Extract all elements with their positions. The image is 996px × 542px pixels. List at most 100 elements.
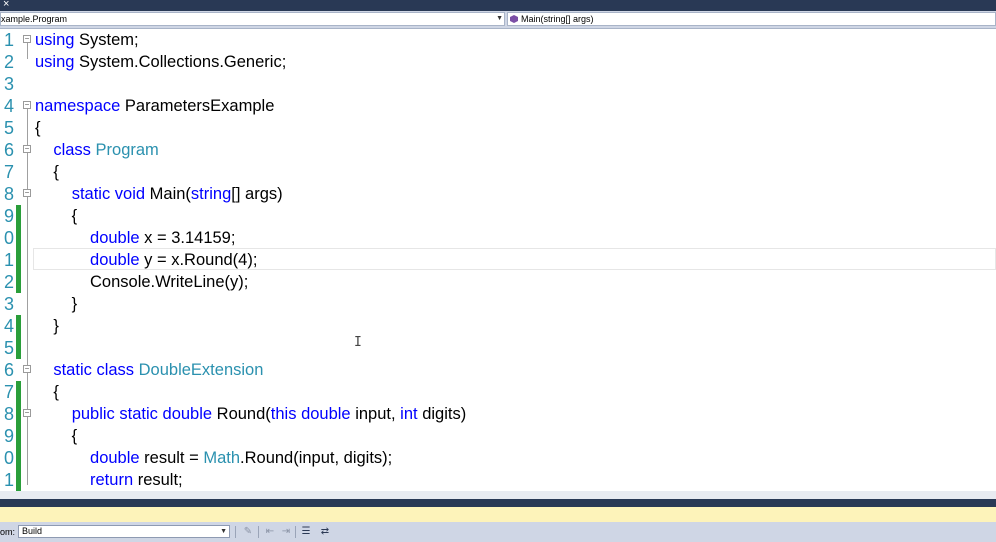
code-line[interactable]: 0 double x = 3.14159;: [0, 227, 996, 249]
close-tab-icon[interactable]: ×: [3, 0, 9, 11]
code-token: }: [35, 317, 59, 335]
code-keyword: int: [400, 405, 418, 423]
code-line[interactable]: 6 − static class DoubleExtension: [0, 359, 996, 381]
member-selector-dropdown[interactable]: Main(string[] args): [507, 12, 996, 26]
line-number: 5: [3, 338, 14, 358]
code-token: System;: [74, 31, 139, 49]
code-text: namespace ParametersExample: [35, 95, 274, 117]
code-text: using System.Collections.Generic;: [35, 51, 286, 73]
toolbar-divider: [258, 526, 259, 538]
change-marker: [16, 315, 21, 337]
code-editor[interactable]: I 1− using System; 2 using System.Collectio…: [0, 29, 996, 491]
line-number: 8: [3, 184, 14, 204]
change-marker: [16, 139, 21, 161]
code-text: static class DoubleExtension: [35, 359, 263, 381]
code-line[interactable]: 4 }: [0, 315, 996, 337]
panel-splitter[interactable]: [0, 499, 996, 507]
code-token: y = x.Round(4);: [139, 251, 258, 269]
code-text: static void Main(string[] args): [35, 183, 283, 205]
code-text: return result;: [35, 469, 183, 491]
collapse-icon[interactable]: −: [23, 365, 31, 373]
code-token: result =: [139, 449, 204, 467]
code-text: Console.WriteLine(y);: [35, 271, 248, 293]
code-type-name: DoubleExtension: [138, 361, 264, 379]
change-marker: [16, 249, 21, 271]
code-keyword: public: [71, 405, 115, 423]
code-line[interactable]: 8 − public static double Round(this doubl…: [0, 403, 996, 425]
code-line[interactable]: 2 Console.WriteLine(y);: [0, 271, 996, 293]
line-number: 1: [3, 470, 14, 490]
code-line[interactable]: 8 − static void Main(string[] args): [0, 183, 996, 205]
line-number: 3: [3, 294, 14, 314]
code-line[interactable]: 1 double y = x.Round(4);: [0, 248, 996, 271]
type-selector-dropdown[interactable]: xample.Program ▼: [0, 12, 505, 26]
toolbar-divider: [235, 526, 236, 538]
collapse-icon[interactable]: −: [23, 35, 31, 43]
code-text: {: [35, 205, 78, 227]
code-line[interactable]: 3: [0, 73, 996, 95]
code-text: double y = x.Round(4);: [35, 249, 257, 271]
code-text: {: [35, 425, 78, 447]
code-line[interactable]: 6 − class Program: [0, 139, 996, 161]
change-marker: [16, 381, 21, 403]
code-token: input,: [350, 405, 401, 423]
line-number: 1: [3, 30, 14, 50]
code-text: double result = Math.Round(input, digits…: [35, 447, 392, 469]
code-keyword: void: [114, 185, 146, 203]
window-title-strip: ×: [0, 0, 996, 11]
collapse-icon[interactable]: −: [23, 409, 31, 417]
code-text: class Program: [35, 139, 158, 161]
code-token: System.Collections.Generic;: [74, 53, 287, 71]
code-line[interactable]: 9 {: [0, 205, 996, 227]
code-line[interactable]: 0 double result = Math.Round(input, digi…: [0, 447, 996, 469]
code-token: {: [35, 207, 78, 225]
change-marker: [16, 183, 21, 205]
change-marker: [16, 161, 21, 183]
change-marker: [16, 425, 21, 447]
code-text: public static double Round(this double i…: [35, 403, 467, 425]
clear-all-icon[interactable]: ☰: [300, 526, 312, 538]
code-line[interactable]: 2 using System.Collections.Generic;: [0, 51, 996, 73]
code-token: x = 3.14159;: [139, 229, 236, 247]
code-token: }: [35, 295, 78, 313]
go-to-previous-icon[interactable]: ⇤: [264, 526, 276, 538]
chevron-down-icon: ▼: [220, 528, 227, 535]
collapse-icon[interactable]: −: [23, 101, 31, 109]
go-to-next-icon[interactable]: ⇥: [280, 526, 292, 538]
toolbar-divider: [295, 526, 296, 538]
member-selector-value: Main(string[] args): [521, 14, 594, 24]
horizontal-scrollbar[interactable]: [0, 491, 996, 499]
change-marker: [16, 403, 21, 425]
change-marker: [16, 95, 21, 117]
output-source-select[interactable]: Build ▼: [18, 525, 230, 538]
code-line[interactable]: 1 return result;: [0, 469, 996, 491]
change-marker: [16, 271, 21, 293]
code-token: {: [35, 427, 78, 445]
change-marker: [16, 337, 21, 359]
code-line[interactable]: 1 − using System;: [0, 29, 996, 51]
find-message-icon[interactable]: ✎: [242, 526, 254, 538]
collapse-icon[interactable]: −: [23, 189, 31, 197]
code-line[interactable]: 5{: [0, 117, 996, 139]
line-number: 6: [3, 140, 14, 160]
output-source-value: Build: [22, 526, 43, 536]
line-number: 1: [3, 250, 14, 270]
change-marker: [16, 293, 21, 315]
code-line[interactable]: 7 {: [0, 161, 996, 183]
code-line[interactable]: 9 {: [0, 425, 996, 447]
line-number: 3: [3, 74, 14, 94]
code-text: double x = 3.14159;: [35, 227, 235, 249]
code-line[interactable]: 7 {: [0, 381, 996, 403]
collapse-icon[interactable]: −: [23, 145, 31, 153]
code-line[interactable]: 4 − namespace ParametersExample: [0, 95, 996, 117]
code-line[interactable]: 3 }: [0, 293, 996, 315]
code-line[interactable]: 5: [0, 337, 996, 359]
change-marker: [16, 51, 21, 73]
word-wrap-icon[interactable]: ⇄: [319, 526, 331, 538]
